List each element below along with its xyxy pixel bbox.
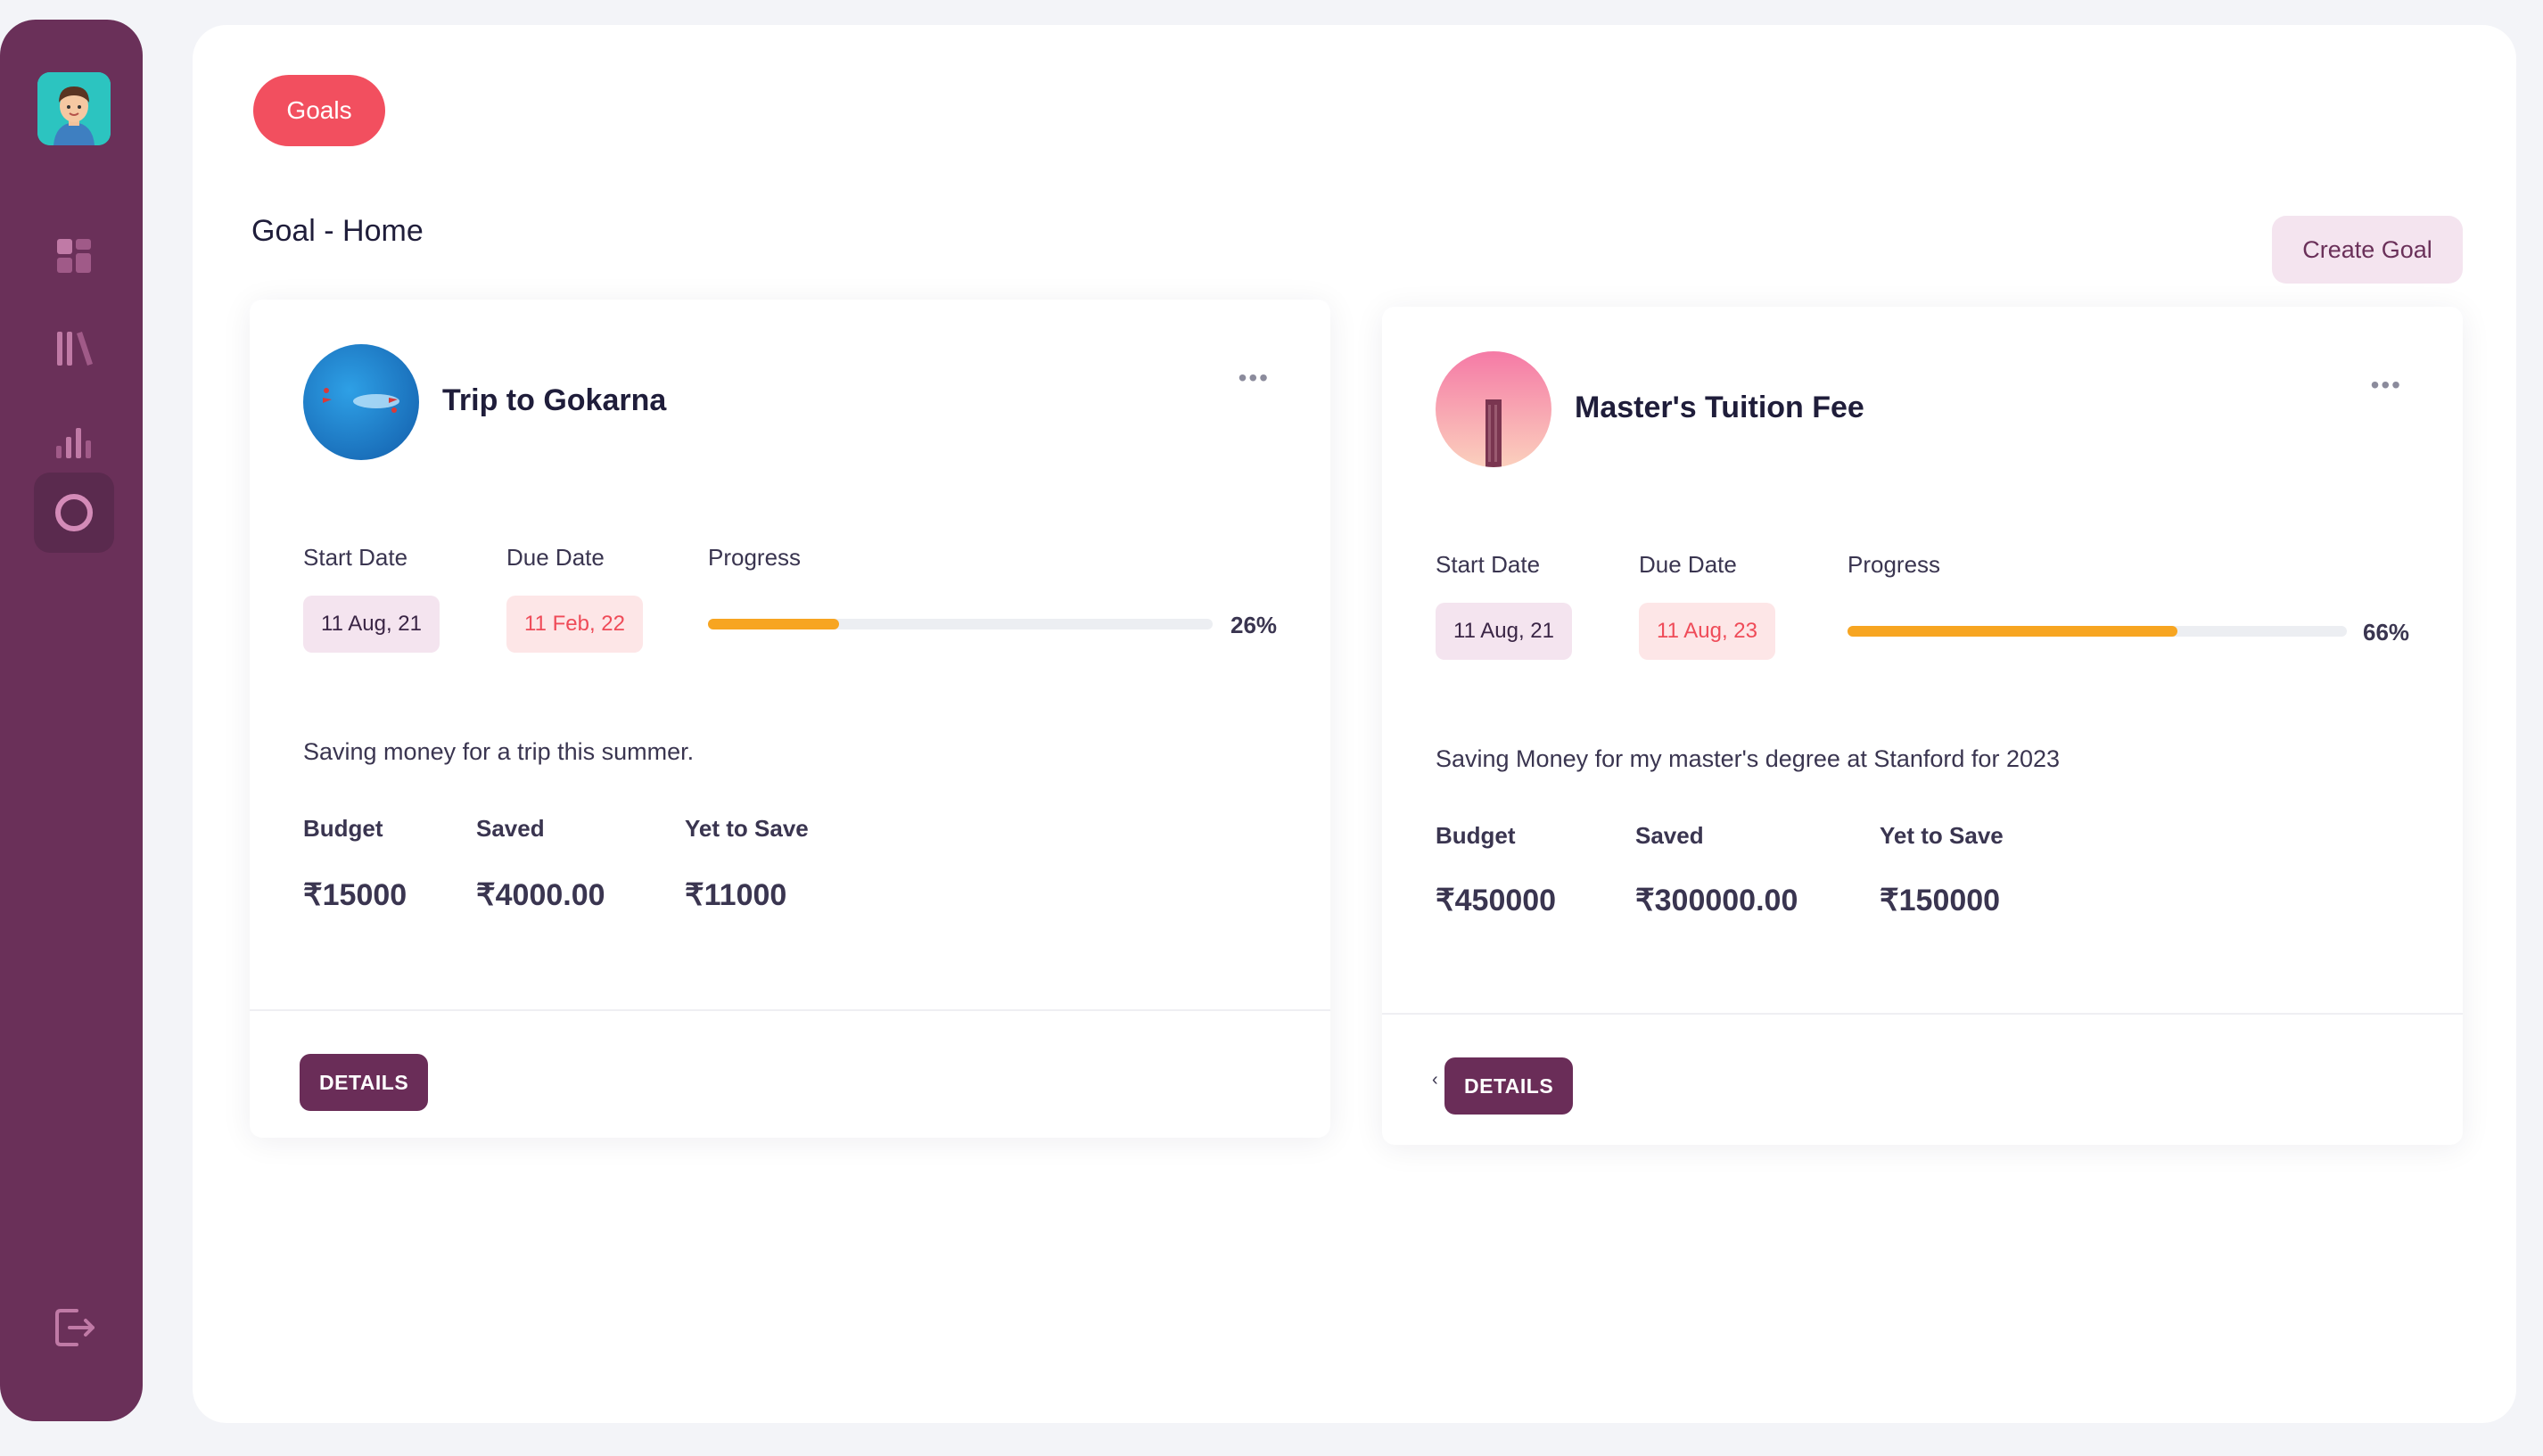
goal-title: Trip to Gokarna <box>442 383 667 417</box>
goal-image-icon <box>1436 351 1551 467</box>
goal-title: Master's Tuition Fee <box>1575 391 1864 424</box>
goal-image-icon <box>303 344 419 460</box>
goal-card: Trip to Gokarna ••• Start Date Due Date … <box>250 300 1330 1138</box>
saved-value: ₹4000.00 <box>476 878 605 912</box>
progress-bar-fill <box>1848 626 2177 637</box>
more-options-icon[interactable]: ••• <box>1239 364 1270 392</box>
nav-analytics[interactable] <box>34 401 114 481</box>
main-panel: Goals Goal - Home Create Goal Trip to Go… <box>193 25 2516 1423</box>
saved-value: ₹300000.00 <box>1635 884 1798 917</box>
goal-description: Saving money for a trip this summer. <box>303 738 695 765</box>
create-goal-button[interactable]: Create Goal <box>2272 216 2463 284</box>
user-avatar[interactable] <box>37 72 111 145</box>
saved-label: Saved <box>476 815 545 842</box>
start-date-label: Start Date <box>303 544 408 571</box>
start-date-chip: 11 Aug, 21 <box>303 596 440 653</box>
card-divider <box>250 1009 1330 1011</box>
progress-bar <box>1848 626 2347 637</box>
yet-to-save-label: Yet to Save <box>1880 822 2004 849</box>
library-icon <box>57 332 93 366</box>
page-title: Goal - Home <box>251 214 424 248</box>
sidebar <box>0 20 143 1421</box>
goals-tab[interactable]: Goals <box>253 75 385 146</box>
nav-library[interactable] <box>34 308 114 389</box>
goals-circle-icon <box>55 494 93 531</box>
nav-dashboard[interactable] <box>34 216 114 296</box>
budget-value: ₹450000 <box>1436 884 1557 917</box>
dashboard-icon <box>57 239 91 273</box>
logout-icon <box>55 1309 95 1346</box>
due-date-chip: 11 Aug, 23 <box>1639 603 1775 660</box>
yet-to-save-value: ₹11000 <box>685 878 787 912</box>
chevron-left-icon: ‹ <box>1432 1070 1438 1090</box>
progress-label: Progress <box>1848 551 1941 578</box>
saved-label: Saved <box>1635 822 1704 849</box>
due-date-chip: 11 Feb, 22 <box>506 596 643 653</box>
yet-to-save-value: ₹150000 <box>1880 884 2001 917</box>
start-date-label: Start Date <box>1436 551 1541 578</box>
due-date-label: Due Date <box>506 544 605 571</box>
progress-percent: 66% <box>2363 619 2410 646</box>
yet-to-save-label: Yet to Save <box>685 815 809 842</box>
budget-label: Budget <box>1436 822 1516 849</box>
budget-value: ₹15000 <box>303 878 407 912</box>
nav-goals[interactable] <box>34 473 114 553</box>
due-date-label: Due Date <box>1639 551 1737 578</box>
progress-bar <box>708 619 1213 629</box>
details-button[interactable]: DETAILS <box>300 1054 429 1111</box>
details-button[interactable]: DETAILS <box>1444 1057 1574 1115</box>
progress-percent: 26% <box>1230 612 1278 638</box>
goal-description: Saving Money for my master's degree at S… <box>1436 745 2061 772</box>
progress-bar-fill <box>708 619 840 629</box>
logout-button[interactable] <box>34 1287 114 1368</box>
progress-label: Progress <box>708 544 802 571</box>
card-divider <box>1382 1013 2463 1015</box>
budget-label: Budget <box>303 815 383 842</box>
goal-card: Master's Tuition Fee ••• Start Date Due … <box>1382 307 2463 1145</box>
more-options-icon[interactable]: ••• <box>2371 371 2402 399</box>
chart-icon <box>56 428 91 458</box>
start-date-chip: 11 Aug, 21 <box>1436 603 1572 660</box>
avatar-icon <box>37 72 111 145</box>
